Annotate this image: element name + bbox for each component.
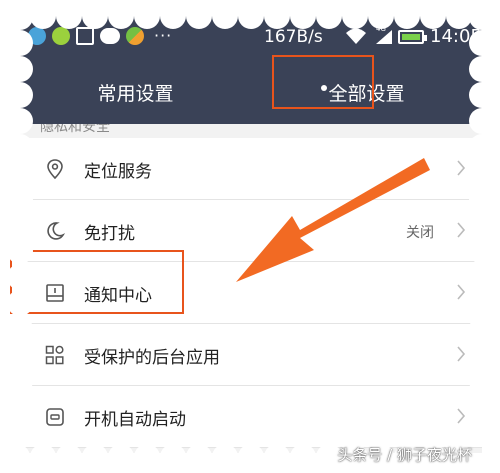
scallop-circle bbox=[469, 394, 495, 420]
scallop-circle bbox=[238, 444, 264, 470]
chevron-right-icon bbox=[457, 408, 466, 424]
app-grid-icon bbox=[45, 345, 64, 365]
chevron-right-icon bbox=[457, 222, 466, 238]
scallop-circle bbox=[56, 3, 82, 29]
phone-screen: ··· 167B/s 4G 14:05 常用设置 全部设置 隐私和安全 定位服务… bbox=[20, 16, 482, 453]
list-item-label: 定位服务 bbox=[84, 162, 152, 182]
scallop-circle bbox=[7, 316, 33, 342]
battery-icon bbox=[398, 30, 427, 44]
watermark: 头条号 / 狮子夜光杯 bbox=[337, 446, 472, 464]
screenshot-stage: ··· 167B/s 4G 14:05 常用设置 全部设置 隐私和安全 定位服务… bbox=[0, 0, 500, 473]
scallop-circle bbox=[469, 368, 495, 394]
scallop-circle bbox=[186, 3, 212, 29]
scallop-circle bbox=[368, 3, 394, 29]
list-item-auto-start[interactable]: 开机自动启动 bbox=[20, 386, 482, 448]
scallop-circle bbox=[7, 4, 33, 30]
scallop-circle bbox=[394, 3, 420, 29]
scallop-circle bbox=[420, 3, 446, 29]
network-speed: 167B/s bbox=[264, 27, 323, 47]
chevron-right-icon bbox=[457, 160, 466, 176]
chevron-right-icon bbox=[457, 284, 466, 300]
scallop-circle bbox=[469, 4, 495, 30]
wifi-icon bbox=[346, 28, 366, 44]
wechat-icon bbox=[100, 27, 120, 44]
scallop-circle bbox=[7, 56, 33, 82]
scallop-circle bbox=[469, 56, 495, 82]
scallop-circle bbox=[316, 3, 342, 29]
scallop-circle bbox=[7, 212, 33, 238]
scallop-circle bbox=[30, 444, 56, 470]
scallop-circle bbox=[134, 3, 160, 29]
scallop-circle bbox=[160, 3, 186, 29]
list-item-location-service[interactable]: 定位服务 bbox=[20, 138, 482, 200]
scallop-circle bbox=[342, 3, 368, 29]
scallop-circle bbox=[7, 368, 33, 394]
scallop-circle bbox=[7, 264, 33, 290]
scallop-circle bbox=[264, 3, 290, 29]
moon-icon bbox=[47, 222, 66, 240]
section-header-label: 隐私和安全 bbox=[40, 124, 110, 135]
scallop-circle bbox=[82, 444, 108, 470]
list-item-value: 关闭 bbox=[406, 225, 434, 241]
scallop-circle bbox=[82, 3, 108, 29]
scallop-circle bbox=[108, 3, 134, 29]
scallop-circle bbox=[7, 82, 33, 108]
scallop-circle bbox=[469, 212, 495, 238]
scallop-circle bbox=[134, 444, 160, 470]
scallop-circle bbox=[7, 30, 33, 56]
tab-common-settings[interactable]: 常用设置 bbox=[20, 60, 251, 124]
scallop-circle bbox=[469, 160, 495, 186]
combo-app-icon bbox=[126, 26, 144, 45]
image-icon bbox=[76, 26, 94, 45]
scallop-circle bbox=[212, 3, 238, 29]
scallop-circle bbox=[30, 3, 56, 29]
section-header: 隐私和安全 bbox=[20, 124, 482, 138]
scallop-circle bbox=[469, 316, 495, 342]
list-item-label: 开机自动启动 bbox=[84, 410, 186, 430]
notification-icons: ··· bbox=[28, 26, 172, 45]
scallop-circle bbox=[160, 444, 186, 470]
more-notifications-icon: ··· bbox=[154, 26, 173, 45]
scallop-circle bbox=[7, 108, 33, 134]
scallop-circle bbox=[4, 444, 30, 470]
scallop-circle bbox=[469, 342, 495, 368]
scallop-circle bbox=[7, 186, 33, 212]
scallop-circle bbox=[7, 394, 33, 420]
scallop-circle bbox=[238, 3, 264, 29]
scallop-circle bbox=[7, 290, 33, 316]
scallop-circle bbox=[469, 290, 495, 316]
location-pin-icon bbox=[47, 159, 63, 180]
scallop-circle bbox=[290, 444, 316, 470]
scallop-circle bbox=[469, 30, 495, 56]
scallop-circle bbox=[264, 444, 290, 470]
toggle-box-icon bbox=[46, 408, 64, 426]
scallop-circle bbox=[469, 238, 495, 264]
leaf-app-icon bbox=[52, 26, 70, 45]
scallop-circle bbox=[469, 186, 495, 212]
list-item-protected-apps[interactable]: 受保护的后台应用 bbox=[20, 324, 482, 386]
highlight-box-notification-center bbox=[10, 250, 184, 314]
scallop-circle bbox=[108, 444, 134, 470]
scallop-circle bbox=[469, 108, 495, 134]
scallop-circle bbox=[56, 444, 82, 470]
scallop-circle bbox=[7, 342, 33, 368]
highlight-box-all-settings bbox=[272, 55, 374, 109]
scallop-circle bbox=[469, 134, 495, 160]
scallop-circle bbox=[469, 420, 495, 446]
settings-tab-bar: 常用设置 全部设置 bbox=[20, 60, 482, 124]
scallop-circle bbox=[469, 264, 495, 290]
scallop-circle bbox=[7, 238, 33, 264]
list-item-label: 受保护的后台应用 bbox=[84, 348, 220, 368]
scallop-circle bbox=[212, 444, 238, 470]
chevron-right-icon bbox=[457, 346, 466, 362]
scallop-circle bbox=[290, 3, 316, 29]
scallop-circle bbox=[186, 444, 212, 470]
scallop-circle bbox=[469, 82, 495, 108]
scallop-circle bbox=[7, 160, 33, 186]
scallop-circle bbox=[7, 134, 33, 160]
list-item-label: 免打扰 bbox=[84, 224, 135, 244]
scallop-circle bbox=[7, 420, 33, 446]
